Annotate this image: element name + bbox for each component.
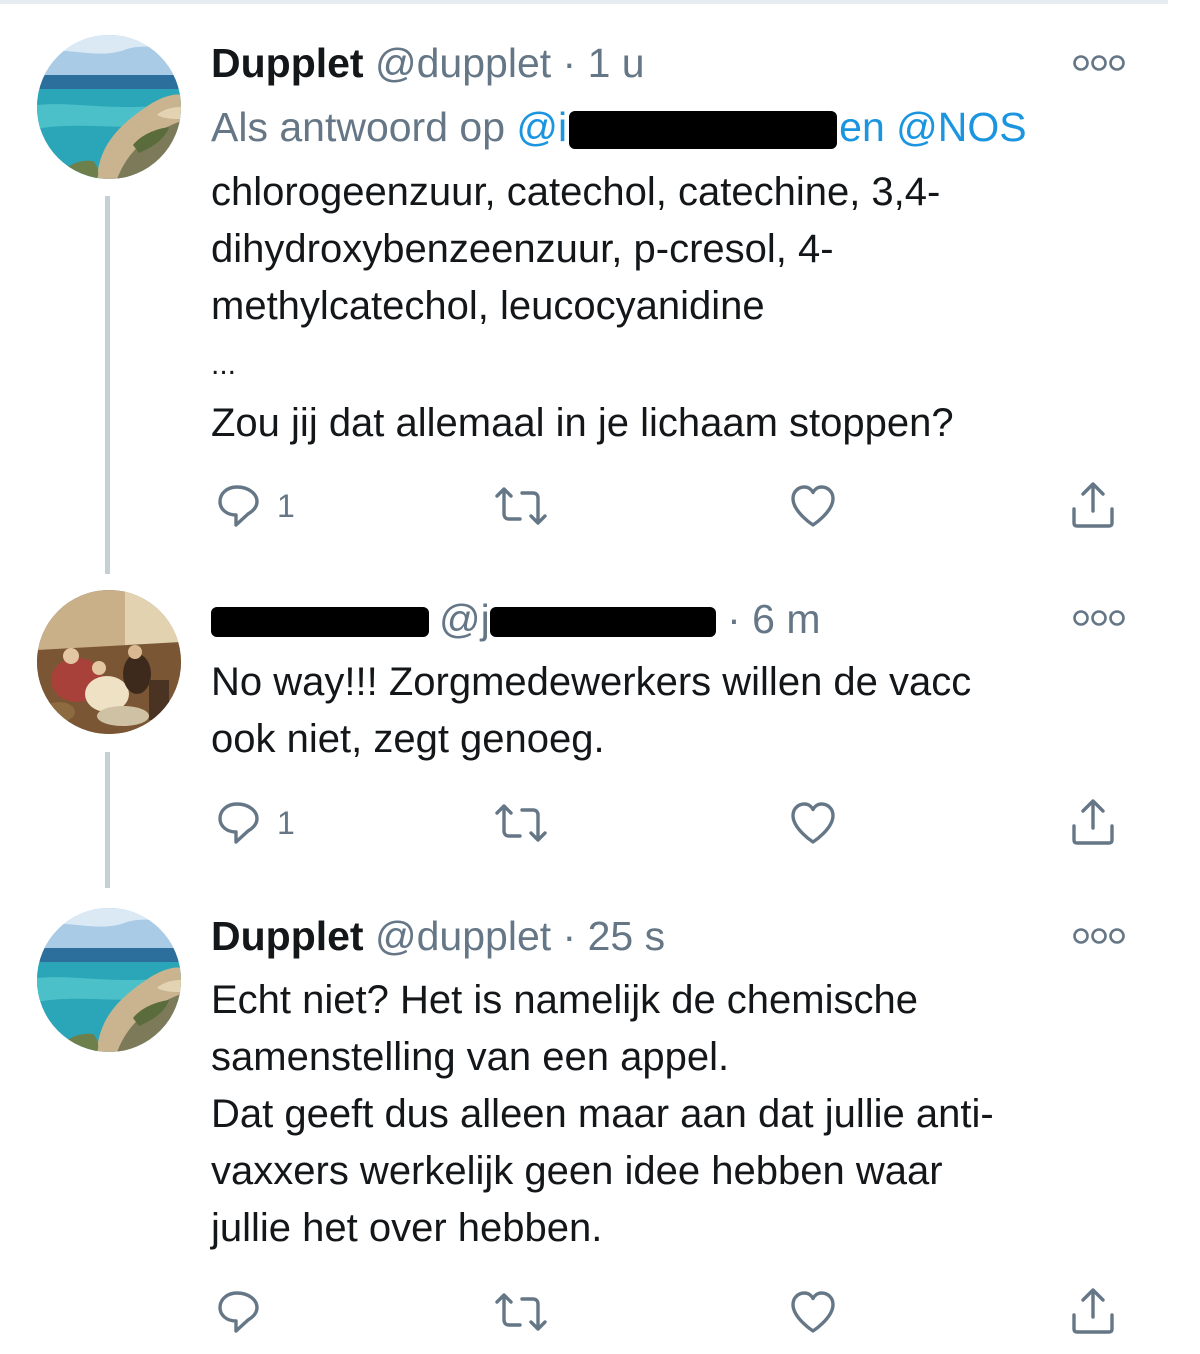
tweet-actions: 1 (211, 795, 1131, 851)
separator: · (551, 913, 588, 959)
reply-icon (218, 485, 259, 527)
thread-connector (105, 752, 110, 888)
reply-button[interactable]: 1 (215, 795, 295, 851)
share-button[interactable] (1068, 1284, 1118, 1340)
tweet-header: Dupplet @dupplet · 25 s (211, 911, 1080, 961)
timestamp[interactable]: 1 u (588, 40, 645, 86)
timestamp[interactable]: 6 m (752, 596, 820, 642)
tweet-line: Dat geeft dus alleen maar aan dat jullie… (211, 1092, 994, 1136)
tweet-line: ... (211, 348, 237, 381)
like-icon (791, 485, 835, 527)
share-icon (1072, 482, 1114, 528)
tweet-line: dihydroxybenzeenzuur, p-cresol, 4- (211, 227, 834, 271)
display-name[interactable]: Dupplet (211, 913, 364, 959)
retweet-button[interactable] (493, 1284, 549, 1340)
redaction-bar (569, 111, 838, 150)
tweet-header: @j · 6 m (211, 594, 1080, 644)
tweet-line: Zou jij dat allemaal in je lichaam stopp… (211, 401, 954, 445)
reply-icon (218, 802, 259, 844)
reply-prefix: Als antwoord op (211, 104, 517, 150)
retweet-button[interactable] (493, 795, 549, 851)
tweet-header: Dupplet @dupplet · 1 u (211, 38, 1080, 88)
redaction-bar (489, 607, 716, 638)
like-button[interactable] (788, 795, 838, 851)
reply-count: 1 (277, 487, 295, 524)
like-button[interactable] (788, 1284, 838, 1340)
tweet-actions: 1 (211, 478, 1131, 534)
more-options-icon[interactable] (1072, 927, 1126, 945)
share-icon (1072, 1288, 1114, 1334)
tweet-text: Echt niet? Het is namelijk de chemische … (211, 972, 1131, 1257)
avatar[interactable] (37, 590, 181, 734)
share-button[interactable] (1068, 478, 1118, 534)
reply-count: 1 (277, 804, 295, 841)
avatar[interactable] (37, 908, 181, 1052)
tweet-line: vaxxers werkelijk geen idee hebben waar (211, 1149, 943, 1193)
handle[interactable]: @dupplet (375, 40, 551, 86)
reply-mention[interactable]: @i (516, 104, 567, 150)
handle[interactable]: @dupplet (375, 913, 551, 959)
tweet-text: chlorogeenzuur, catechol, catechine, 3,4… (211, 164, 1131, 452)
share-icon (1072, 799, 1114, 845)
retweet-icon (495, 1293, 547, 1331)
retweet-button[interactable] (493, 478, 549, 534)
top-divider (0, 0, 1168, 4)
tweet-line: samenstelling van een appel. (211, 1035, 730, 1079)
retweet-icon (495, 487, 547, 525)
tweet-line: Echt niet? Het is namelijk de chemische (211, 978, 918, 1022)
more-options-icon[interactable] (1072, 609, 1126, 627)
tweet-line: No way!!! Zorgmedewerkers willen de vacc (211, 660, 972, 704)
handle[interactable]: @j (439, 596, 490, 642)
more-options-icon[interactable] (1072, 54, 1126, 72)
tweet-line: ook niet, zegt genoeg. (211, 717, 605, 761)
reply-button[interactable] (215, 1284, 263, 1340)
separator: · (715, 596, 753, 642)
tweet-actions (211, 1284, 1131, 1340)
tweet-line: methylcatechol, leucocyanidine (211, 284, 765, 328)
like-icon (791, 1291, 835, 1333)
tweet-text: No way!!! Zorgmedewerkers willen de vacc… (211, 654, 1131, 768)
avatar[interactable] (37, 35, 181, 179)
reply-icon (218, 1291, 259, 1333)
share-button[interactable] (1068, 795, 1118, 851)
tweet-line: chlorogeenzuur, catechol, catechine, 3,4… (211, 170, 941, 214)
reply-mention[interactable]: en @NOS (839, 104, 1026, 150)
redacted-display-name (211, 607, 429, 638)
retweet-icon (495, 804, 547, 842)
reply-button[interactable]: 1 (215, 478, 295, 534)
display-name[interactable]: Dupplet (211, 40, 364, 86)
like-icon (791, 802, 835, 844)
reply-context: Als antwoord op @i en @NOS (211, 102, 1027, 152)
like-button[interactable] (788, 478, 838, 534)
timestamp[interactable]: 25 s (588, 913, 666, 959)
tweet-line: jullie het over hebben. (211, 1206, 603, 1250)
thread-connector (105, 196, 110, 574)
separator: · (551, 40, 588, 86)
